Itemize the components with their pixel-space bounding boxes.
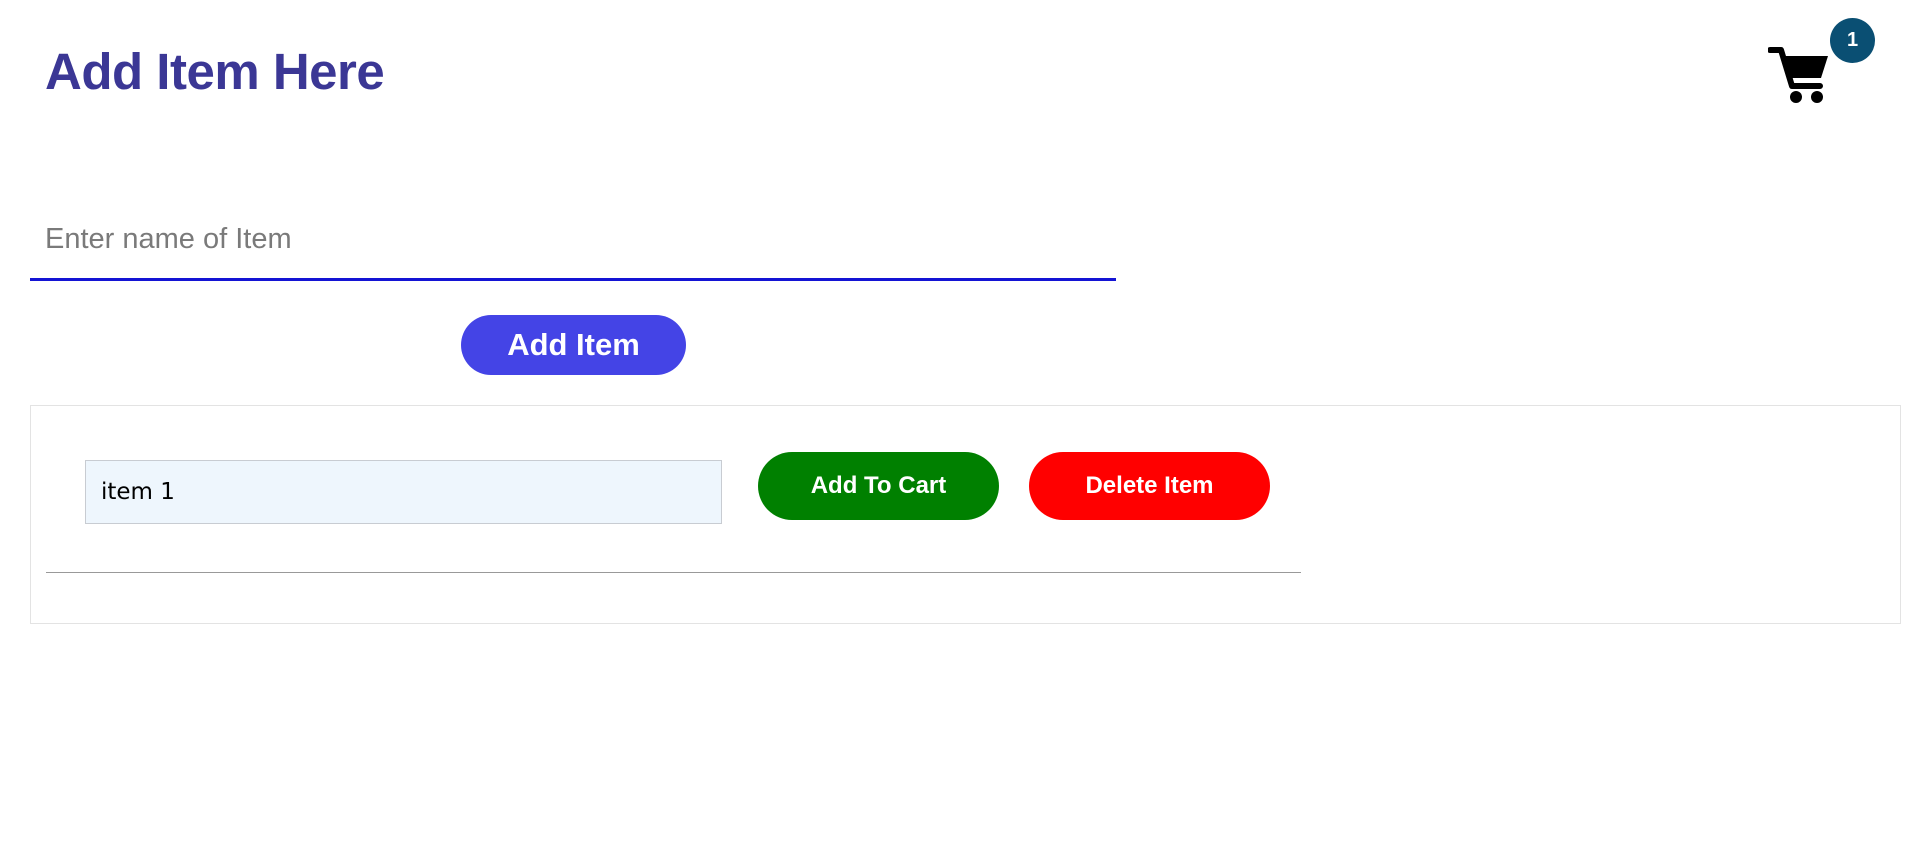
add-to-cart-button[interactable]: Add To Cart [758,452,999,520]
cart-count-badge: 1 [1830,18,1875,63]
items-list: Add To Cart Delete Item [30,405,1901,624]
item-name-field[interactable] [85,460,722,524]
list-item: Add To Cart Delete Item [31,406,1902,625]
shopping-cart-icon[interactable] [1768,44,1830,104]
item-name-input[interactable] [30,200,1116,281]
page-title: Add Item Here [45,43,385,100]
cart-widget[interactable]: 1 [1768,18,1878,108]
page: Add Item Here 1 Add Item Add To Cart Del… [0,0,1920,849]
delete-item-button[interactable]: Delete Item [1029,452,1270,520]
add-item-button[interactable]: Add Item [461,315,686,375]
row-divider [46,572,1301,573]
